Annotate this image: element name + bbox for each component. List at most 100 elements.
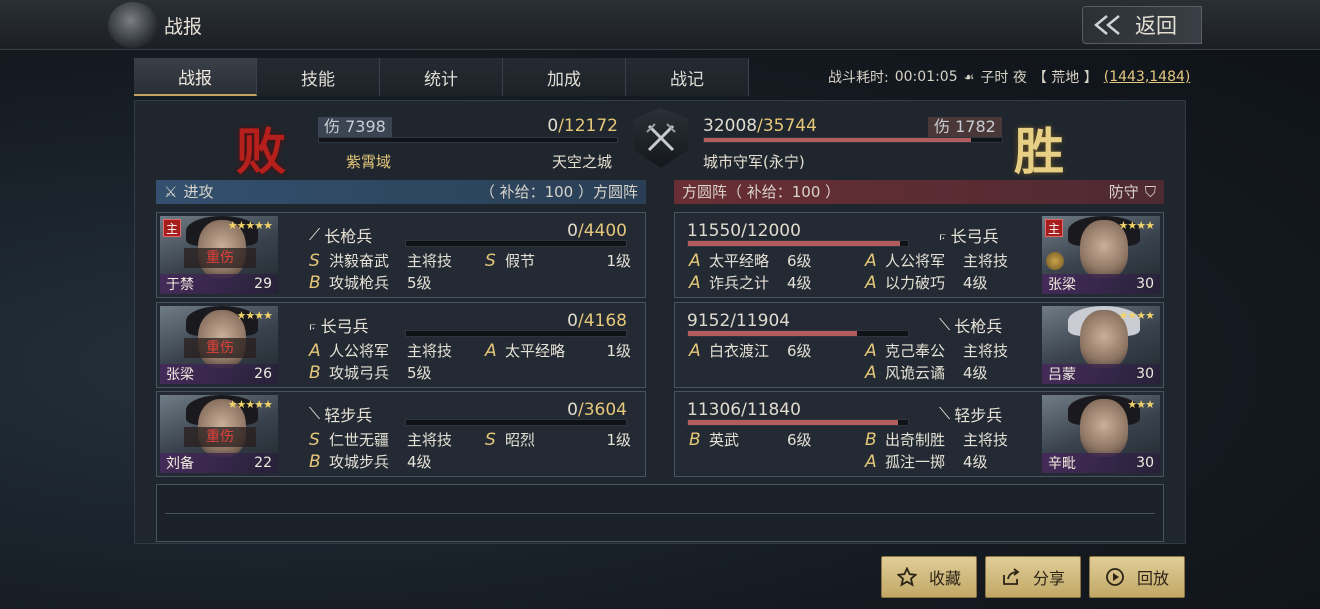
skill-level: 1级: [606, 431, 631, 449]
troops-current: 0: [567, 221, 578, 241]
hero-portrait[interactable]: 主 ★★★★ 张梁 30: [1042, 216, 1160, 294]
skill-level: 5级: [407, 274, 432, 292]
skill-name: 假节: [505, 252, 536, 270]
skill-grade: S: [309, 251, 320, 271]
left-hp-current: 0: [547, 116, 559, 136]
skill-name: 人公将军: [329, 342, 390, 360]
divider: [165, 513, 1155, 514]
skill-grid: A 白衣渡江 6级 A 克己奉公 主将技 A 风诡云谲 4级: [689, 341, 1019, 383]
skill-name: 白衣渡江: [709, 342, 770, 360]
troops-current: 9152: [687, 311, 731, 331]
tab-battle-log[interactable]: 战记: [626, 58, 749, 96]
troops: 11306/11840: [687, 400, 801, 420]
hero-portrait[interactable]: ★★★★★ 重伤 刘备 22: [160, 395, 278, 473]
troops-current: 0: [567, 311, 578, 331]
bow-icon: ⟔: [309, 315, 317, 334]
lord-badge: 主: [1045, 219, 1063, 237]
skill-name: 人公将军: [885, 252, 946, 270]
tab-battle-report[interactable]: 战报: [134, 58, 257, 96]
star-icon: [896, 567, 917, 587]
skill-level: 4级: [963, 453, 988, 471]
coords-link[interactable]: (1443,1484): [1104, 69, 1191, 85]
star-rating: ★★★★: [1118, 309, 1155, 322]
duration-value: 00:01:05: [894, 69, 958, 85]
back-arrow-icon: [1094, 15, 1120, 35]
hero-portrait[interactable]: ★★★ 辛毗 30: [1042, 395, 1160, 473]
skill-grade: B: [689, 430, 701, 450]
left-city: 天空之城: [552, 153, 613, 171]
unit-type-label: 轻步兵: [954, 406, 1003, 425]
skill-level: 主将技: [407, 342, 453, 360]
troops: 0/4168: [507, 311, 627, 331]
star-rating: ★★★★: [1118, 219, 1155, 232]
wounded-badge: 重伤: [184, 248, 256, 268]
unit-type: ⟍ 长枪兵: [939, 313, 1002, 337]
skill-grade: B: [865, 430, 877, 450]
skill-name: 以力破巧: [885, 274, 946, 292]
skill-name: 诈兵之计: [709, 274, 770, 292]
right-damage: 伤 1782: [928, 117, 1002, 137]
skill-level: 主将技: [963, 252, 1009, 270]
skill-grade: B: [309, 452, 321, 472]
troops-bar: [687, 330, 909, 337]
replay-button[interactable]: 回放: [1089, 556, 1185, 598]
play-icon: [1106, 568, 1124, 586]
skill-grade: B: [309, 363, 321, 383]
tab-statistics[interactable]: 统计: [380, 58, 503, 96]
skill-level: 4级: [787, 274, 812, 292]
defender-card-3[interactable]: 11306/11840 ⟍ 轻步兵 B 英武 6级 B 出奇制胜 主将技 A 孤注一掷 4级 …: [674, 391, 1164, 477]
defender-card-1[interactable]: 11550/12000 ⟔ 长弓兵 A 太平经略 6级 A 人公将军 主将技 A 诈兵之计 4…: [674, 212, 1164, 298]
troops-fill: [688, 331, 858, 336]
battle-log-box[interactable]: [156, 484, 1164, 542]
troops-bar: [405, 240, 627, 247]
skill-name: 攻城步兵: [329, 453, 390, 471]
terrain: 【 荒地 】: [1032, 70, 1098, 86]
attack-label: 进攻: [183, 183, 214, 201]
troops-fill: [688, 420, 899, 425]
attacker-card-3[interactable]: ★★★★★ 重伤 刘备 22 ⟍ 轻步兵 0/3604 S 仁世无疆 主将技 S 昭烈 1级…: [156, 391, 646, 477]
skill-grade: A: [865, 273, 877, 293]
hero-portrait[interactable]: 主 ★★★★★ 重伤 于禁 29: [160, 216, 278, 294]
replay-label: 回放: [1136, 569, 1169, 588]
share-button[interactable]: 分享: [985, 556, 1081, 598]
left-hp-max: /12172: [558, 116, 618, 136]
skill-level: 主将技: [407, 252, 453, 270]
skill-grade: S: [485, 430, 496, 450]
attacker-card-1[interactable]: 主 ★★★★★ 重伤 于禁 29 ⟋ 长枪兵 0/4400 S 洪毅奋武 主将技 S 假节…: [156, 212, 646, 298]
skill-name: 风诡云谲: [885, 364, 946, 382]
defeat-label: 败: [236, 122, 286, 181]
skill-level: 6级: [787, 431, 812, 449]
skill-level: 主将技: [407, 431, 453, 449]
hero-portrait[interactable]: ★★★★ 重伤 张梁 26: [160, 306, 278, 384]
skill-level: 1级: [606, 342, 631, 360]
troops-bar: [405, 330, 627, 337]
left-hp: 0/12172: [500, 116, 618, 136]
skill-level: 主将技: [963, 342, 1009, 360]
skill-level: 6级: [787, 342, 812, 360]
hero-name: 吕蒙: [1048, 367, 1076, 383]
skill-grade: B: [309, 273, 321, 293]
sword-icon: ⟍: [939, 404, 951, 423]
top-bar: 战报 返回: [0, 0, 1320, 50]
hero-level: 30: [1136, 366, 1154, 382]
troops-bar: [405, 419, 627, 426]
skill-grade: A: [689, 251, 701, 271]
skill-name: 英武: [709, 431, 740, 449]
star-rating: ★★★★: [236, 309, 273, 322]
troops: 9152/11904: [687, 311, 790, 331]
troops-bar: [687, 419, 909, 426]
troops-max: /4400: [578, 221, 627, 241]
tab-skills[interactable]: 技能: [257, 58, 380, 96]
skill-grade: A: [865, 341, 877, 361]
hero-portrait[interactable]: ★★★★ 吕蒙 30: [1042, 306, 1160, 384]
attacker-card-2[interactable]: ★★★★ 重伤 张梁 26 ⟔ 长弓兵 0/4168 A 人公将军 主将技 A 太平经略 1…: [156, 302, 646, 388]
victory-label: 胜: [1014, 122, 1064, 181]
hero-level: 26: [254, 366, 272, 382]
tab-bonus[interactable]: 加成: [503, 58, 626, 96]
troops-bar: [687, 240, 909, 247]
unit-type: ⟋ 长枪兵: [309, 223, 372, 247]
attack-header: ⚔ 进攻 （ 补给：100 ）方圆阵: [156, 180, 646, 204]
defender-card-2[interactable]: 9152/11904 ⟍ 长枪兵 A 白衣渡江 6级 A 克己奉公 主将技 A 风诡云谲 4级…: [674, 302, 1164, 388]
favorite-button[interactable]: 收藏: [881, 556, 977, 598]
back-button[interactable]: 返回: [1082, 6, 1202, 44]
